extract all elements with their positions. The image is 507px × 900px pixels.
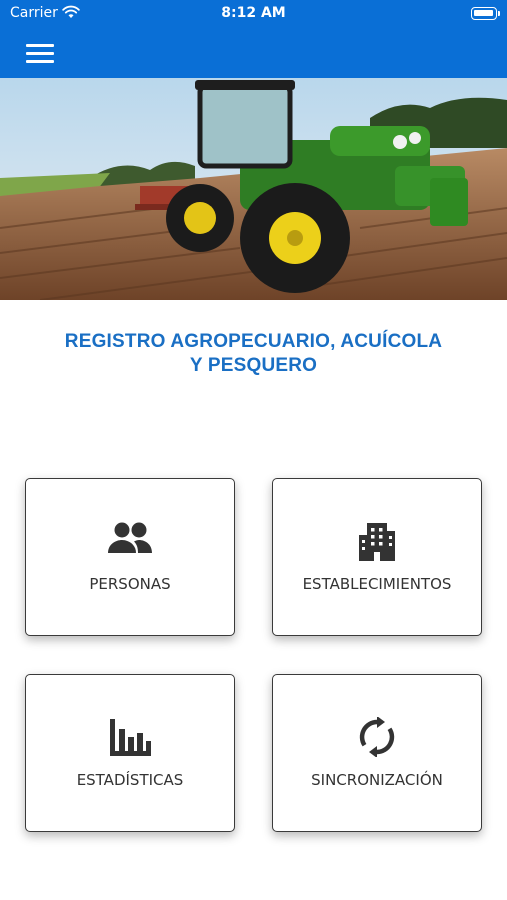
page-title: REGISTRO AGROPECUARIO, ACUÍCOLA Y PESQUE… bbox=[0, 330, 507, 378]
page-title-line1: REGISTRO AGROPECUARIO, ACUÍCOLA bbox=[64, 331, 443, 352]
sync-icon bbox=[273, 717, 481, 757]
estadisticas-label: ESTADÍSTICAS bbox=[76, 771, 184, 789]
page-title-line2: Y PESQUERO bbox=[189, 355, 318, 376]
people-icon bbox=[26, 521, 234, 561]
clock: 8:12 AM bbox=[221, 5, 286, 21]
battery-icon bbox=[471, 7, 500, 20]
sincronizacion-label: SINCRONIZACIÓN bbox=[311, 771, 443, 789]
building-icon bbox=[273, 521, 481, 561]
status-bar: Carrier 8:12 AM bbox=[0, 0, 507, 28]
establecimientos-label: ESTABLECIMIENTOS bbox=[302, 575, 452, 593]
personas-button[interactable]: PERSONAS bbox=[25, 478, 235, 636]
app-header bbox=[0, 28, 507, 78]
sincronizacion-button[interactable]: SINCRONIZACIÓN bbox=[272, 674, 482, 832]
hamburger-menu-icon[interactable] bbox=[26, 41, 58, 65]
hero-image bbox=[0, 78, 507, 300]
personas-label: PERSONAS bbox=[89, 575, 171, 593]
establecimientos-button[interactable]: ESTABLECIMIENTOS bbox=[272, 478, 482, 636]
estadisticas-button[interactable]: ESTADÍSTICAS bbox=[25, 674, 235, 832]
bar-chart-icon bbox=[26, 717, 234, 757]
